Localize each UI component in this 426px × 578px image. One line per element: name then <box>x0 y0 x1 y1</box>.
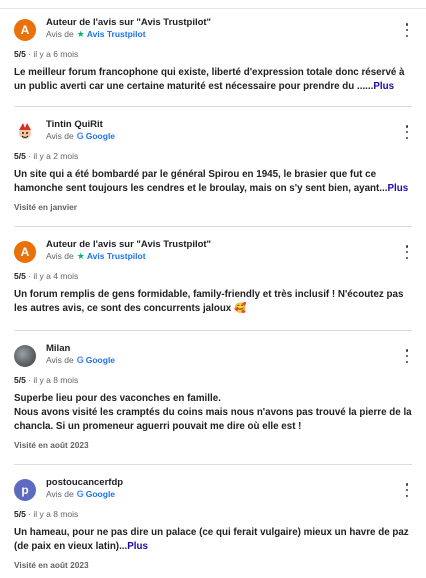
rating: 5/5 <box>14 151 26 161</box>
google-g-icon: G <box>76 489 84 499</box>
more-options-icon[interactable] <box>402 483 412 497</box>
review-body: Le meilleur forum francophone qui existe… <box>14 67 405 92</box>
author-name[interactable]: Milan <box>46 343 115 355</box>
review-header: Milan Avis de G Google <box>14 343 412 367</box>
review-source: Avis de G Google <box>46 489 123 500</box>
review-source: Avis de ★ Avis Trustpilot <box>46 29 211 40</box>
rating-line: 5/5 · il y a 2 mois <box>14 151 412 162</box>
avatar[interactable] <box>14 345 36 367</box>
author-name[interactable]: postoucancerfdp <box>46 477 123 489</box>
review-age: · il y a 6 mois <box>25 49 79 59</box>
review-age: · il y a 8 mois <box>25 375 79 385</box>
source-prefix: Avis de <box>46 251 74 261</box>
rating-line: 5/5 · il y a 8 mois <box>14 375 412 386</box>
review-body: Un hameau, pour ne pas dire un palace (c… <box>14 527 409 552</box>
rating-line: 5/5 · il y a 4 mois <box>14 271 412 282</box>
more-options-icon[interactable] <box>402 245 412 259</box>
review-source: Avis de ★ Avis Trustpilot <box>46 251 211 262</box>
more-options-icon[interactable] <box>402 125 412 139</box>
author-name[interactable]: Tintin QuiRit <box>46 119 115 131</box>
source-link[interactable]: Google <box>86 131 115 142</box>
rating-line: 5/5 · il y a 8 mois <box>14 509 412 520</box>
visit-date: Visité en janvier <box>14 202 78 212</box>
review-text: Un hameau, pour ne pas dire un palace (c… <box>14 526 412 554</box>
review-card: Milan Avis de G Google 5/5 · il y a 8 mo… <box>0 331 426 458</box>
review-card: A Auteur de l'avis sur "Avis Trustpilot"… <box>0 227 426 324</box>
rating: 5/5 <box>14 509 26 519</box>
visit-date: Visité en août 2023 <box>14 560 89 570</box>
visit-date: Visité en août 2023 <box>14 440 89 450</box>
avatar[interactable] <box>14 121 36 143</box>
avatar[interactable]: A <box>14 19 36 41</box>
review-body-line1: Superbe lieu pour des vaconches en famil… <box>14 393 221 404</box>
review-header: A Auteur de l'avis sur "Avis Trustpilot"… <box>14 239 412 263</box>
top-edge <box>0 0 426 9</box>
review-text: Superbe lieu pour des vaconches en famil… <box>14 392 412 434</box>
trustpilot-star-icon: ★ <box>76 29 85 39</box>
google-g-icon: G <box>76 131 84 141</box>
review-text: Un site qui a été bombardé par le généra… <box>14 168 412 196</box>
review-age: · il y a 8 mois <box>25 509 79 519</box>
avatar[interactable]: A <box>14 241 36 263</box>
more-link[interactable]: Plus <box>387 183 408 194</box>
review-source: Avis de G Google <box>46 131 115 142</box>
review-header: A Auteur de l'avis sur "Avis Trustpilot"… <box>14 17 412 41</box>
source-link[interactable]: Google <box>86 355 115 366</box>
source-prefix: Avis de <box>46 489 74 499</box>
source-prefix: Avis de <box>46 29 74 39</box>
author-name[interactable]: Auteur de l'avis sur "Avis Trustpilot" <box>46 239 211 251</box>
rating-line: 5/5 · il y a 6 mois <box>14 49 412 60</box>
avatar[interactable]: p <box>14 479 36 501</box>
review-age: · il y a 4 mois <box>25 271 79 281</box>
more-options-icon[interactable] <box>402 23 412 37</box>
review-text: Le meilleur forum francophone qui existe… <box>14 66 412 94</box>
review-text: Un forum remplis de gens formidable, fam… <box>14 288 412 316</box>
review-source: Avis de G Google <box>46 355 115 366</box>
source-prefix: Avis de <box>46 355 74 365</box>
source-prefix: Avis de <box>46 131 74 141</box>
review-card: p postoucancerfdp Avis de G Google 5/5 ·… <box>0 465 426 578</box>
smiling-face-with-hearts-icon: 🥰 <box>234 303 247 314</box>
google-g-icon: G <box>76 355 84 365</box>
review-header: Tintin QuiRit Avis de G Google <box>14 119 412 143</box>
tintin-avatar-icon <box>19 123 31 139</box>
review-body: Nous avons visité les cramptés du coins … <box>14 407 412 432</box>
more-link[interactable]: Plus <box>373 81 394 92</box>
review-header: p postoucancerfdp Avis de G Google <box>14 477 412 501</box>
review-card: A Auteur de l'avis sur "Avis Trustpilot"… <box>0 9 426 106</box>
review-body: Un site qui a été bombardé par le généra… <box>14 169 388 194</box>
rating: 5/5 <box>14 271 26 281</box>
review-body: Un forum remplis de gens formidable, fam… <box>14 289 404 314</box>
author-name[interactable]: Auteur de l'avis sur "Avis Trustpilot" <box>46 17 211 29</box>
more-link[interactable]: Plus <box>127 541 148 552</box>
rating: 5/5 <box>14 49 26 59</box>
review-card: Tintin QuiRit Avis de G Google 5/5 · il … <box>0 107 426 220</box>
source-link[interactable]: Avis Trustpilot <box>87 29 146 40</box>
review-age: · il y a 2 mois <box>25 151 79 161</box>
trustpilot-star-icon: ★ <box>76 251 85 261</box>
source-link[interactable]: Avis Trustpilot <box>87 251 146 262</box>
more-options-icon[interactable] <box>402 349 412 363</box>
rating: 5/5 <box>14 375 26 385</box>
source-link[interactable]: Google <box>86 489 115 500</box>
